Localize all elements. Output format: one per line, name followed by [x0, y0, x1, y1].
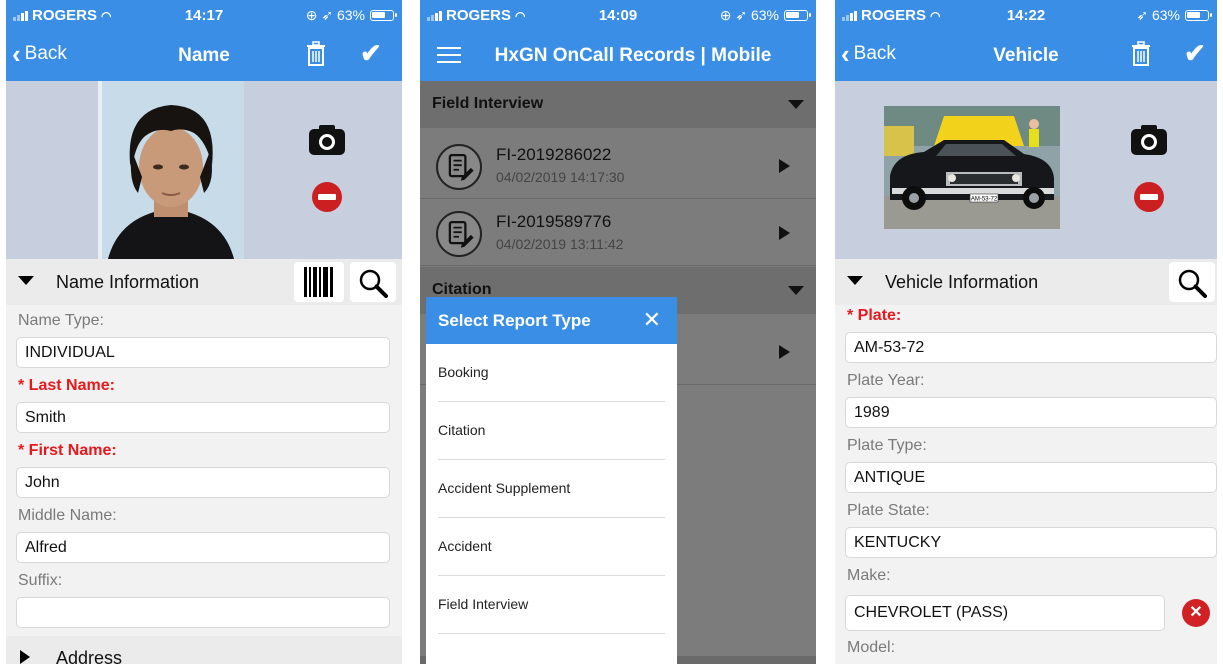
section-label: Address — [56, 648, 123, 664]
status-bar: ROGERS ◠ 14:09 ⊕ ➶ 63% — [420, 0, 816, 28]
person-photo[interactable] — [98, 81, 244, 259]
plate-year-label: Plate Year: — [847, 372, 925, 389]
trash-icon[interactable] — [305, 41, 327, 67]
first-name-label: * First Name: — [18, 442, 117, 459]
first-name-field[interactable]: John — [16, 467, 390, 498]
name-form: Name Type: INDIVIDUAL * Last Name: Smith… — [6, 305, 402, 636]
option-booking[interactable]: Booking — [438, 344, 665, 402]
dialog-title: Select Report Type — [438, 311, 591, 330]
name-type-label: Name Type: — [18, 312, 104, 329]
record-row[interactable]: FI-2019589776 04/02/2019 13:11:42 — [420, 200, 816, 266]
records-screen: ROGERS ◠ 14:09 ⊕ ➶ 63% HxGN OnCall Recor… — [420, 0, 816, 664]
nav-bar: HxGN OnCall Records | Mobile — [420, 30, 816, 80]
last-name-label: * Last Name: — [18, 377, 115, 394]
vehicle-photo[interactable]: AM-53-72 — [884, 106, 1060, 229]
record-date: 04/02/2019 14:17:30 — [496, 169, 625, 185]
section-vehicle-information[interactable]: Vehicle Information — [835, 259, 1217, 305]
last-name-field[interactable]: Smith — [16, 402, 390, 433]
make-label: Make: — [847, 567, 891, 584]
record-date: 04/02/2019 13:11:42 — [496, 236, 624, 252]
status-bar: ROGERS ◠ 14:22 ➶ 63% — [835, 0, 1217, 28]
option-accident-supplement[interactable]: Accident Supplement — [438, 460, 665, 518]
select-report-type-dialog: Select Report Type ✕ Booking Citation Ac… — [426, 297, 677, 664]
page-title: Vehicle — [993, 45, 1059, 66]
checkmark-icon[interactable]: ✔ — [1184, 38, 1206, 69]
plate-state-label: Plate State: — [847, 502, 930, 519]
suffix-field[interactable] — [16, 597, 390, 628]
photo-area — [6, 81, 402, 259]
search-icon — [1178, 269, 1207, 298]
make-field[interactable]: CHEVROLET (PASS) — [845, 595, 1165, 631]
chevron-right-icon — [779, 159, 790, 173]
group-title: Field Interview — [432, 95, 544, 112]
search-button[interactable] — [350, 262, 396, 302]
app-header: ROGERS ◠ 14:09 ⊕ ➶ 63% HxGN OnCall Recor… — [420, 0, 816, 81]
page-title: HxGN OnCall Records | Mobile — [494, 45, 772, 66]
clear-icon[interactable]: ✕ — [1182, 599, 1210, 627]
plate-label: * Plate: — [847, 307, 902, 324]
record-id: FI-2019589776 — [496, 212, 612, 231]
search-button[interactable] — [1169, 262, 1215, 302]
option-field-interview[interactable]: Field Interview — [438, 576, 665, 634]
battery-icon — [1185, 10, 1212, 21]
nav-bar: ‹ Back Name ✔ — [6, 30, 402, 80]
remove-photo-icon[interactable] — [1134, 182, 1164, 212]
option-accident[interactable]: Accident — [438, 518, 665, 576]
plate-state-field[interactable]: KENTUCKY — [845, 527, 1217, 558]
trash-icon[interactable] — [1130, 41, 1152, 67]
camera-icon[interactable] — [1129, 123, 1169, 157]
barcode-button[interactable] — [294, 262, 344, 302]
section-label: Name Information — [56, 272, 200, 292]
record-row[interactable]: FI-2019286022 04/02/2019 14:17:30 — [420, 133, 816, 199]
name-screen: ROGERS ◠ 14:17 ⊕ ➶ 63% ‹ Back Name ✔ Nam… — [6, 0, 402, 664]
plate-type-field[interactable]: ANTIQUE — [845, 462, 1217, 493]
option-citation[interactable]: Citation — [438, 402, 665, 460]
page-title: Name — [178, 45, 230, 66]
section-address[interactable]: Address — [6, 636, 402, 664]
app-header: ROGERS ◠ 14:17 ⊕ ➶ 63% ‹ Back Name ✔ — [6, 0, 402, 81]
group-field-interview[interactable]: Field Interview — [420, 81, 816, 128]
expand-arrow-icon — [20, 650, 30, 664]
name-type-field[interactable]: INDIVIDUAL — [16, 337, 390, 368]
dialog-header: Select Report Type ✕ — [426, 297, 677, 344]
status-bar: ROGERS ◠ 14:17 ⊕ ➶ 63% — [6, 0, 402, 28]
middle-name-field[interactable]: Alfred — [16, 532, 390, 563]
plate-type-label: Plate Type: — [847, 437, 927, 454]
plate-text: AM-53-72 — [971, 197, 998, 203]
collapse-arrow-icon — [788, 100, 804, 109]
report-icon — [436, 144, 482, 190]
plate-field[interactable]: AM-53-72 — [845, 332, 1217, 363]
section-label: Vehicle Information — [885, 272, 1039, 292]
plate-year-field[interactable]: 1989 — [845, 397, 1217, 428]
battery-icon — [784, 10, 811, 21]
vehicle-form: * Plate: AM-53-72 Plate Year: 1989 Plate… — [835, 305, 1217, 664]
vehicle-screen: ROGERS ◠ 14:22 ➶ 63% ‹ Back Vehicle ✔ AM… — [835, 0, 1217, 664]
collapse-arrow-icon — [18, 276, 34, 285]
camera-icon[interactable] — [307, 123, 347, 157]
battery-icon — [370, 10, 397, 21]
nav-bar: ‹ Back Vehicle ✔ — [835, 30, 1217, 80]
section-name-information[interactable]: Name Information — [6, 259, 402, 305]
status-indicators: ⊕ ➶ 63% — [305, 7, 365, 23]
app-header: ROGERS ◠ 14:22 ➶ 63% ‹ Back Vehicle ✔ — [835, 0, 1217, 81]
record-id: FI-2019286022 — [496, 145, 612, 164]
barcode-icon — [304, 267, 333, 297]
chevron-right-icon — [779, 345, 790, 359]
model-label: Model: — [847, 639, 896, 656]
close-icon[interactable]: ✕ — [643, 307, 661, 333]
chevron-right-icon — [779, 226, 790, 240]
remove-photo-icon[interactable] — [312, 182, 342, 212]
report-icon — [436, 211, 482, 257]
middle-name-label: Middle Name: — [18, 507, 117, 524]
photo-area: AM-53-72 — [835, 81, 1217, 259]
status-indicators: ⊕ ➶ 63% — [719, 7, 779, 23]
checkmark-icon[interactable]: ✔ — [360, 38, 382, 69]
suffix-label: Suffix: — [18, 572, 63, 589]
collapse-arrow-icon — [847, 276, 863, 285]
collapse-arrow-icon — [788, 286, 804, 295]
status-indicators: ➶ 63% — [1136, 7, 1180, 23]
search-icon — [359, 269, 388, 298]
